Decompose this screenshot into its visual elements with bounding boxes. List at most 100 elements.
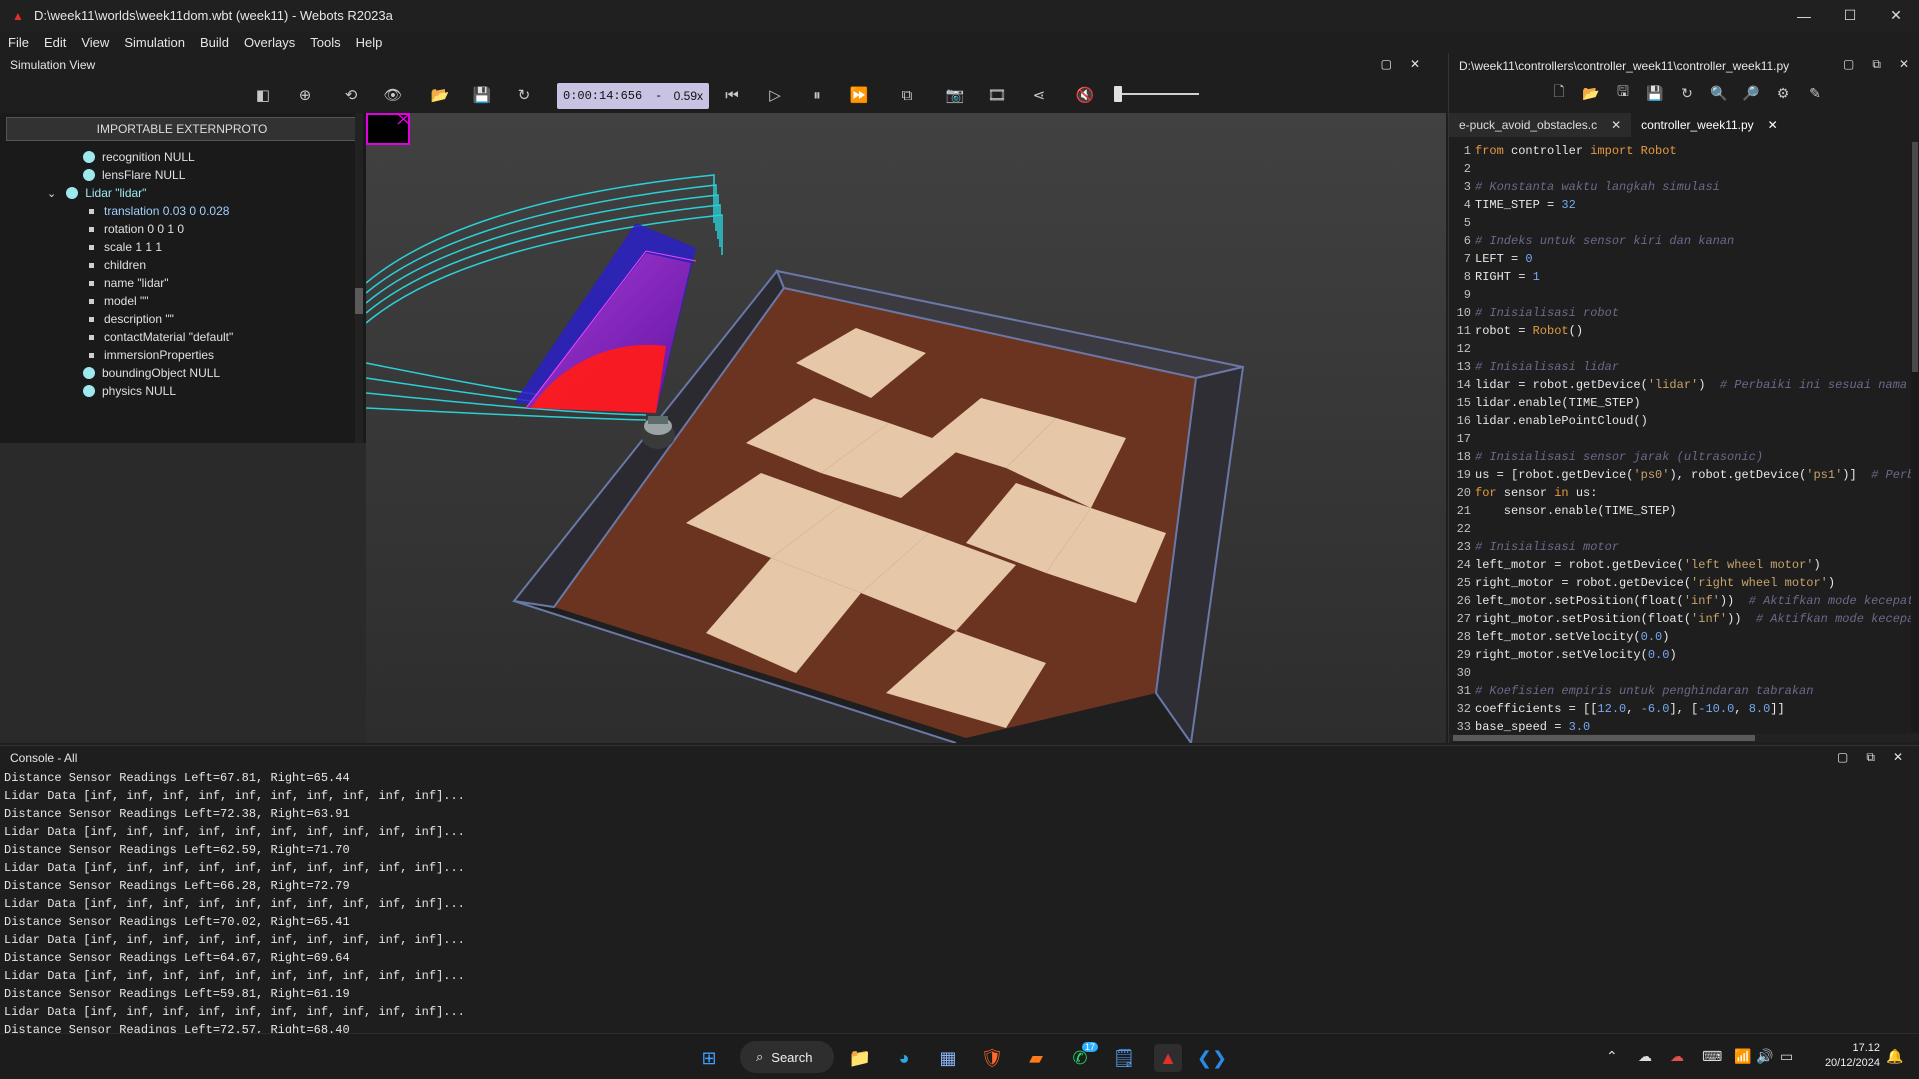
scene-tree-scroll-thumb[interactable] <box>355 288 363 314</box>
notification-bell-icon[interactable]: 🔔 <box>1886 1048 1903 1065</box>
menu-help[interactable]: Help <box>348 35 390 50</box>
scene-tree-field[interactable]: children <box>85 256 146 274</box>
toggle-scene-tree-icon[interactable]: ◧ <box>253 85 273 105</box>
volume-slider-track[interactable] <box>1117 93 1199 95</box>
wifi-icon[interactable]: 📶 <box>1734 1048 1751 1065</box>
keyboard-icon[interactable]: ⌨ <box>1702 1048 1722 1065</box>
tray-chevron-up-icon[interactable]: ⌃ <box>1606 1048 1618 1065</box>
scene-tree-node[interactable]: recognition NULL <box>83 148 195 166</box>
fl-studio-icon[interactable]: ▰ <box>1022 1044 1050 1072</box>
record-movie-icon[interactable]: 🎞 <box>987 85 1007 105</box>
minimize-button[interactable]: — <box>1781 0 1827 31</box>
editor-hscroll-thumb[interactable] <box>1453 735 1755 741</box>
webots-taskbar-icon[interactable]: ▲ <box>1154 1044 1182 1072</box>
editor-float-button[interactable]: ▢ <box>1843 57 1854 72</box>
brave-browser-icon[interactable]: 🛡 <box>978 1044 1006 1072</box>
scene-tree-field[interactable]: immersionProperties <box>85 346 214 364</box>
sim-float-button[interactable]: ▢ <box>1381 57 1392 71</box>
scene-tree-node[interactable]: lensFlare NULL <box>83 166 185 184</box>
microsoft-store-icon[interactable]: ▦ <box>934 1044 962 1072</box>
replace-icon[interactable]: 🔎 <box>1741 83 1761 103</box>
scene-tree-scrollbar[interactable] <box>355 113 363 443</box>
menu-file[interactable]: File <box>0 35 36 50</box>
add-node-icon[interactable]: ⊕ <box>295 85 315 105</box>
battery-icon[interactable]: ▭ <box>1780 1048 1793 1065</box>
scene-tree-field[interactable]: contactMaterial "default" <box>85 328 233 346</box>
pause-icon[interactable]: ⏸ <box>807 85 827 105</box>
maximize-button[interactable]: ☐ <box>1827 0 1873 31</box>
scene-tree-node[interactable]: ⌄ Lidar "lidar" <box>47 184 146 202</box>
line-number: 11 <box>1456 324 1471 338</box>
revert-file-icon[interactable]: ↻ <box>1677 83 1697 103</box>
line-number: 15 <box>1456 396 1471 410</box>
sim-close-button[interactable]: ✕ <box>1410 57 1420 71</box>
mute-sound-icon[interactable]: 🔇 <box>1075 85 1095 105</box>
editor-restore-button[interactable]: ⧉ <box>1872 57 1881 72</box>
code-text: # Inisialisasi robot <box>1475 306 1620 320</box>
taskbar-clock[interactable]: 17.12 20/12/2024 <box>1818 1041 1880 1071</box>
menu-overlays[interactable]: Overlays <box>236 35 302 50</box>
3d-viewport[interactable] <box>366 113 1446 743</box>
onedrive-cloud-icon[interactable]: ☁ <box>1638 1048 1652 1065</box>
vpn-cloud-icon[interactable]: ☁ <box>1670 1048 1684 1065</box>
menu-edit[interactable]: Edit <box>36 35 73 50</box>
importable-externproto-button[interactable]: IMPORTABLE EXTERNPROTO <box>6 117 358 141</box>
volume-slider-handle[interactable] <box>1114 86 1122 102</box>
tab-controller-week11[interactable]: controller_week11.py ✕ <box>1631 113 1788 137</box>
file-explorer-icon[interactable]: 📁 <box>846 1044 874 1072</box>
scene-tree-node[interactable]: boundingObject NULL <box>83 364 220 382</box>
share-icon[interactable]: ⋖ <box>1029 85 1049 105</box>
open-world-icon[interactable]: 📂 <box>430 85 450 105</box>
code-text: lidar.enable(TIME_STEP) <box>1475 396 1641 410</box>
vscode-icon[interactable]: ❮❯ <box>1197 1044 1227 1072</box>
edge-browser-icon[interactable]: ◕ <box>890 1044 918 1072</box>
editor-vscroll-thumb[interactable] <box>1912 142 1918 372</box>
step-icon[interactable]: ▷ <box>765 85 785 105</box>
console-output[interactable]: Distance Sensor Readings Left=67.81, Rig… <box>0 769 1919 1033</box>
save-world-icon[interactable]: 💾 <box>472 85 492 105</box>
console-restore-button[interactable]: ⧉ <box>1866 750 1875 765</box>
volume-icon[interactable]: 🔊 <box>1756 1048 1773 1065</box>
console-line: Distance Sensor Readings Left=70.02, Rig… <box>4 915 350 929</box>
scene-tree-field[interactable]: rotation 0 0 1 0 <box>85 220 184 238</box>
menu-build[interactable]: Build <box>192 35 236 50</box>
scene-tree-node[interactable]: physics NULL <box>83 382 176 400</box>
fast-forward-icon[interactable]: ⏩ <box>849 85 869 105</box>
editor-vertical-scrollbar[interactable] <box>1911 142 1919 732</box>
menu-tools[interactable]: Tools <box>302 35 347 50</box>
view-cube-icon[interactable]: ⧉ <box>897 85 917 105</box>
scene-tree-field[interactable]: translation 0.03 0 0.028 <box>85 202 229 220</box>
close-window-button[interactable]: ✕ <box>1873 0 1919 31</box>
menu-simulation[interactable]: Simulation <box>116 35 192 50</box>
build-settings-gear-icon[interactable]: ⚙ <box>1773 83 1793 103</box>
notepad-icon[interactable]: 🗒 <box>1110 1044 1138 1072</box>
reset-simulation-icon[interactable]: ⏮ <box>722 85 742 105</box>
scene-tree-field[interactable]: name "lidar" <box>85 274 169 292</box>
text-editor-panel: D:\week11\controllers\controller_week11\… <box>1448 53 1919 743</box>
editor-horizontal-scrollbar[interactable] <box>1449 734 1919 742</box>
menu-view[interactable]: View <box>73 35 116 50</box>
new-file-icon[interactable]: 🗋 <box>1549 83 1569 103</box>
scene-tree-field[interactable]: description "" <box>85 310 174 328</box>
scene-tree-field[interactable]: scale 1 1 1 <box>85 238 162 256</box>
reload-node-icon[interactable]: ⟲ <box>341 85 361 105</box>
tab-close-icon[interactable]: ✕ <box>1768 118 1778 132</box>
find-icon[interactable]: 🔍 <box>1709 83 1729 103</box>
screenshot-camera-icon[interactable]: 📷 <box>945 85 965 105</box>
clean-build-icon[interactable]: ✎ <box>1805 83 1825 103</box>
reload-world-icon[interactable]: ↻ <box>514 85 534 105</box>
tab-close-icon[interactable]: ✕ <box>1611 118 1621 132</box>
console-close-button[interactable]: ✕ <box>1893 750 1903 765</box>
editor-close-button[interactable]: ✕ <box>1899 57 1909 72</box>
taskbar-search[interactable]: ⌕ Search <box>740 1041 834 1073</box>
expand-chevron-icon[interactable]: ⌄ <box>47 187 56 200</box>
view-eye-icon[interactable]: 👁 <box>383 85 403 105</box>
tab-e-puck-avoid-obstacles[interactable]: e-puck_avoid_obstacles.c ✕ <box>1449 113 1632 137</box>
open-file-icon[interactable]: 📂 <box>1581 83 1601 103</box>
start-windows-icon[interactable]: ⊞ <box>695 1044 723 1072</box>
code-area[interactable]: 1 from controller import Robot 2 3 # Konstan… <box>1449 142 1919 732</box>
save-file-icon[interactable]: 🖫 <box>1613 83 1633 103</box>
console-float-button[interactable]: ▢ <box>1837 750 1848 765</box>
save-all-icon[interactable]: 💾 <box>1645 83 1665 103</box>
scene-tree-field[interactable]: model "" <box>85 292 149 310</box>
